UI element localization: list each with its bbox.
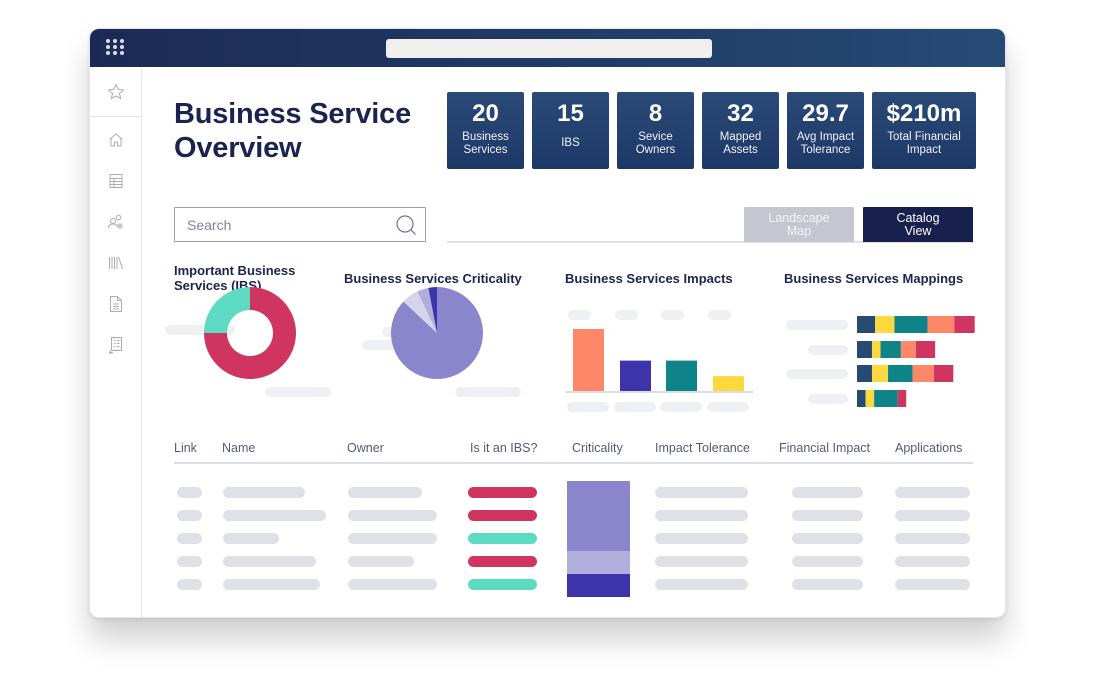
column-header-owner[interactable]: Owner	[347, 441, 384, 455]
impact-tolerance-placeholder	[655, 556, 748, 567]
mapping-segment-crimson	[954, 316, 975, 333]
criticality-segment-1	[567, 481, 630, 551]
impact-bar-2	[620, 360, 651, 391]
mapping-ghost-label	[808, 394, 848, 404]
ibs-indicator-no	[468, 533, 537, 544]
bar-ghost-label-bottom	[660, 402, 702, 412]
bar-ghost-label-top	[708, 310, 731, 320]
criticality-segment-3	[567, 573, 630, 597]
impact-tolerance-placeholder	[655, 579, 748, 590]
name-placeholder	[223, 487, 305, 498]
owner-placeholder	[348, 487, 422, 498]
link-placeholder	[177, 533, 202, 544]
bar-ghost-label-top	[568, 310, 591, 320]
name-placeholder	[223, 533, 279, 544]
criticality-segment-2	[567, 550, 630, 574]
name-placeholder	[223, 556, 316, 567]
applications-placeholder	[895, 556, 970, 567]
name-placeholder	[223, 510, 326, 521]
column-header-impact-tolerance[interactable]: Impact Tolerance	[655, 441, 750, 455]
column-header-is-it-an-ibs[interactable]: Is it an IBS?	[470, 441, 537, 455]
name-placeholder	[223, 579, 320, 590]
applications-placeholder	[895, 510, 970, 521]
applications-placeholder	[895, 579, 970, 590]
bar-ghost-label-top	[661, 310, 684, 320]
applications-placeholder	[895, 487, 970, 498]
donut-slice-2	[204, 287, 250, 333]
link-placeholder	[177, 556, 202, 567]
impact-tolerance-placeholder	[655, 487, 748, 498]
mapping-segment-yellow	[865, 390, 875, 407]
mapping-ghost-label	[786, 320, 848, 330]
column-header-link[interactable]: Link	[174, 441, 197, 455]
ibs-indicator-no	[468, 579, 537, 590]
mapping-segment-teal	[874, 390, 898, 407]
bar-ghost-label-bottom	[567, 402, 609, 412]
impact-tolerance-placeholder	[655, 533, 748, 544]
app-window: Business Service Overview 20 Business Ser…	[89, 28, 1006, 618]
link-placeholder	[177, 579, 202, 590]
column-header-criticality[interactable]: Criticality	[572, 441, 623, 455]
mapping-segment-slate	[857, 341, 872, 358]
bar-ghost-label-top	[615, 310, 638, 320]
ibs-indicator-yes	[468, 510, 537, 521]
impact-axis-line	[565, 391, 753, 393]
impact-tolerance-placeholder	[655, 510, 748, 521]
financial-impact-placeholder	[792, 556, 863, 567]
impact-bar-3	[666, 360, 697, 391]
table-header-divider	[174, 462, 973, 464]
mapping-segment-yellow	[875, 316, 895, 333]
mapping-ghost-label	[808, 345, 848, 355]
link-placeholder	[177, 487, 202, 498]
applications-placeholder	[895, 533, 970, 544]
bar-ghost-label-bottom	[707, 402, 749, 412]
mapping-ghost-label	[786, 369, 848, 379]
owner-placeholder	[348, 579, 437, 590]
column-header-name[interactable]: Name	[222, 441, 255, 455]
bar-ghost-label-bottom	[614, 402, 656, 412]
mapping-segment-crimson	[915, 341, 936, 358]
financial-impact-placeholder	[792, 510, 863, 521]
owner-placeholder	[348, 556, 414, 567]
mapping-segment-crimson	[897, 390, 907, 407]
mapping-segment-slate	[857, 316, 876, 333]
mapping-segment-yellow	[871, 365, 889, 382]
mapping-segment-slate	[857, 390, 866, 407]
charts-layer	[204, 287, 975, 412]
financial-impact-placeholder	[792, 487, 863, 498]
mapping-segment-crimson	[934, 365, 954, 382]
mapping-segment-teal	[894, 316, 928, 333]
mapping-segment-teal	[880, 341, 901, 358]
impact-bar-1	[573, 329, 604, 391]
mapping-segment-yellow	[871, 341, 881, 358]
ibs-indicator-yes	[468, 556, 537, 567]
owner-placeholder	[348, 533, 437, 544]
impact-bar-4	[713, 376, 744, 391]
mapping-segment-slate	[857, 365, 872, 382]
mapping-segment-coral	[900, 341, 916, 358]
link-placeholder	[177, 510, 202, 521]
financial-impact-placeholder	[792, 533, 863, 544]
mapping-segment-coral	[927, 316, 955, 333]
column-header-applications[interactable]: Applications	[895, 441, 962, 455]
column-header-financial-impact[interactable]: Financial Impact	[779, 441, 870, 455]
ibs-indicator-yes	[468, 487, 537, 498]
mapping-segment-coral	[912, 365, 935, 382]
mapping-segment-teal	[888, 365, 913, 382]
financial-impact-placeholder	[792, 579, 863, 590]
owner-placeholder	[348, 510, 437, 521]
